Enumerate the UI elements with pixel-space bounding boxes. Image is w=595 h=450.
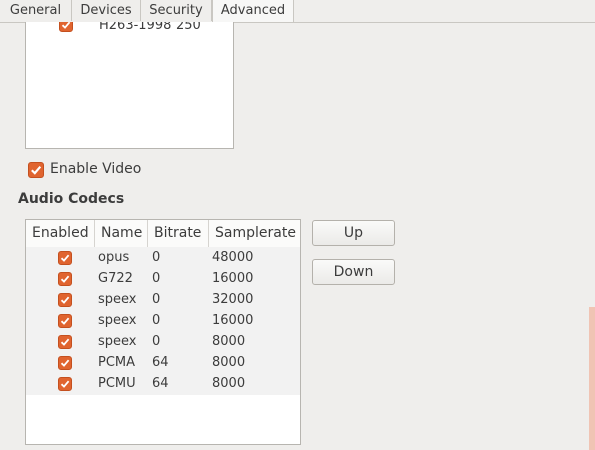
codec-name: PCMA — [98, 355, 136, 370]
checkmark-icon — [60, 296, 70, 304]
enable-video-label: Enable Video — [50, 161, 142, 177]
table-row[interactable]: speex 0 16000 — [26, 311, 300, 332]
checkmark-icon — [60, 275, 70, 283]
codec-name: opus — [98, 250, 130, 265]
video-codecs-list[interactable]: H263-1998 250 — [25, 22, 234, 149]
codec-samplerate: 48000 — [212, 250, 254, 265]
table-row[interactable]: G722 0 16000 — [26, 269, 300, 290]
codec-samplerate: 16000 — [212, 271, 254, 286]
enabled-checkbox[interactable] — [59, 22, 73, 32]
table-row[interactable]: speex 0 32000 — [26, 290, 300, 311]
checkmark-icon — [60, 338, 70, 346]
enabled-checkbox[interactable] — [58, 293, 72, 307]
codec-name: speex — [98, 313, 137, 328]
codec-bitrate: 250 — [176, 22, 201, 33]
column-header-enabled[interactable]: Enabled — [26, 220, 95, 247]
table-row[interactable]: opus 0 48000 — [26, 248, 300, 269]
checkmark-icon — [60, 254, 70, 262]
enabled-checkbox[interactable] — [58, 314, 72, 328]
codec-samplerate: 32000 — [212, 292, 254, 307]
checkmark-icon — [31, 165, 42, 175]
scrollbar-thumb[interactable] — [589, 307, 595, 450]
checkmark-icon — [60, 359, 70, 367]
enabled-checkbox[interactable] — [58, 335, 72, 349]
tab-general[interactable]: General — [0, 0, 72, 21]
enabled-checkbox[interactable] — [58, 356, 72, 370]
audio-codecs-table[interactable]: Enabled Name Bitrate Samplerate opus 0 4… — [25, 219, 301, 445]
checkmark-icon — [61, 22, 71, 29]
codec-bitrate: 0 — [152, 334, 161, 349]
tab-security[interactable]: Security — [141, 0, 212, 21]
enable-video-checkbox[interactable] — [28, 162, 44, 178]
checkmark-icon — [60, 380, 70, 388]
enabled-checkbox[interactable] — [58, 272, 72, 286]
codec-samplerate: 8000 — [212, 376, 246, 391]
codec-name: speex — [98, 334, 137, 349]
audio-codecs-heading: Audio Codecs — [18, 191, 125, 207]
tab-bar: General Devices Security Advanced — [0, 0, 595, 23]
codec-name: speex — [98, 292, 137, 307]
codec-bitrate: 64 — [152, 376, 169, 391]
codec-name: H263-1998 — [99, 22, 172, 33]
checkmark-icon — [60, 317, 70, 325]
column-header-samplerate[interactable]: Samplerate — [209, 220, 300, 247]
codec-samplerate: 8000 — [212, 334, 246, 349]
table-row[interactable]: PCMU 64 8000 — [26, 374, 300, 395]
enabled-checkbox[interactable] — [58, 377, 72, 391]
codec-name: G722 — [98, 271, 133, 286]
table-row[interactable]: PCMA 64 8000 — [26, 353, 300, 374]
list-item[interactable]: H263-1998 250 — [26, 22, 233, 36]
table-row[interactable]: speex 0 8000 — [26, 332, 300, 353]
column-header-name[interactable]: Name — [95, 220, 148, 247]
codec-name: PCMU — [98, 376, 136, 391]
tab-advanced[interactable]: Advanced — [212, 0, 294, 22]
column-header-bitrate[interactable]: Bitrate — [148, 220, 209, 247]
codec-bitrate: 0 — [152, 250, 161, 265]
codec-bitrate: 0 — [152, 292, 161, 307]
codec-bitrate: 0 — [152, 313, 161, 328]
table-header: Enabled Name Bitrate Samplerate — [26, 220, 300, 248]
down-button[interactable]: Down — [312, 259, 395, 285]
tab-devices[interactable]: Devices — [72, 0, 141, 21]
codec-bitrate: 0 — [152, 271, 161, 286]
codec-bitrate: 64 — [152, 355, 169, 370]
codec-samplerate: 8000 — [212, 355, 246, 370]
codec-samplerate: 16000 — [212, 313, 254, 328]
up-button[interactable]: Up — [312, 220, 395, 246]
enabled-checkbox[interactable] — [58, 251, 72, 265]
